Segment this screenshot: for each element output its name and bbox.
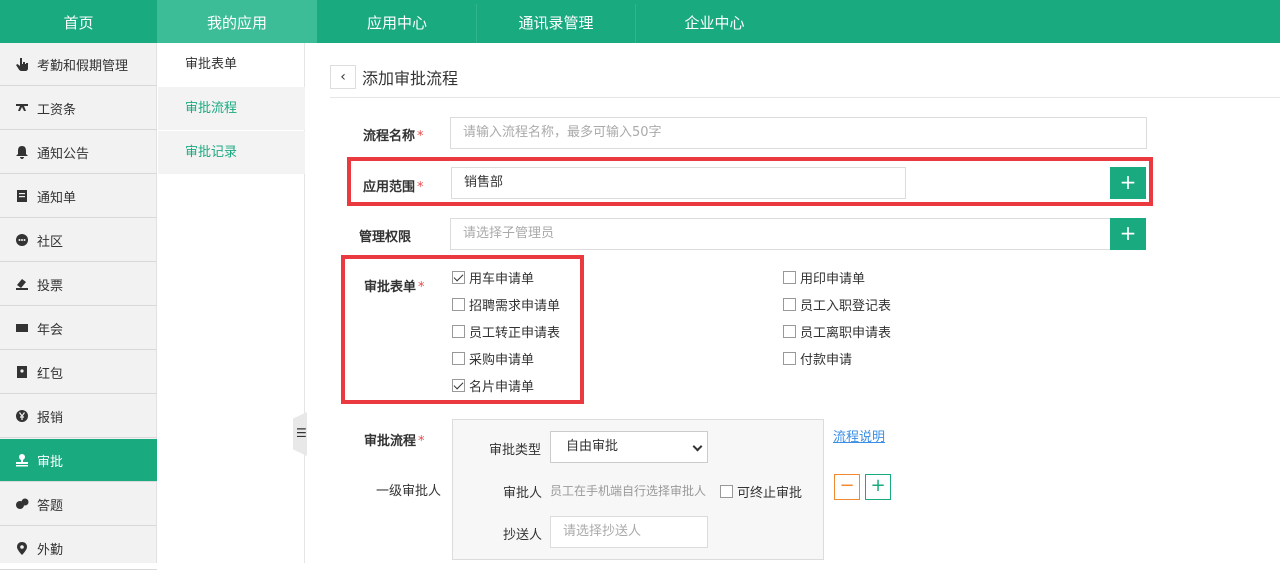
checkbox[interactable]	[783, 298, 796, 311]
sidebar-item-announcement[interactable]: 通知公告	[0, 131, 157, 174]
red-envelope-icon	[15, 365, 29, 379]
money-icon	[15, 101, 29, 115]
checkbox[interactable]	[452, 325, 465, 338]
form-checkbox-resignation[interactable]: 员工离职申请表	[783, 322, 891, 341]
approval-subnav: 审批表单 审批流程 审批记录	[158, 43, 305, 563]
quiz-icon	[15, 497, 29, 511]
approver-label: 审批人	[503, 486, 543, 501]
checkbox[interactable]	[783, 352, 796, 365]
checkbox[interactable]	[783, 325, 796, 338]
level-one-approver-label: 一级审批人	[376, 484, 442, 499]
sidebar-item-label: 社区	[37, 234, 64, 250]
chat-bubble-icon	[15, 233, 29, 247]
tab-app-center[interactable]: 应用中心	[317, 0, 477, 43]
sidebar-item-approval[interactable]: 审批	[0, 439, 157, 482]
sidebar-item-payslip[interactable]: 工资条	[0, 87, 157, 130]
yen-icon	[15, 409, 29, 423]
approval-flow-label: 审批流程 *	[364, 434, 425, 449]
form-checkbox-payment[interactable]: 付款申请	[783, 349, 852, 368]
sidebar-item-label: 年会	[37, 322, 64, 338]
sidebar-item-red-envelope[interactable]: 红包	[0, 351, 157, 394]
sidebar-item-label: 投票	[37, 278, 64, 294]
sidebar-item-label: 考勤和假期管理	[37, 58, 129, 74]
sidebar-item-label: 外勤	[37, 542, 64, 558]
add-level-button[interactable]: +	[865, 474, 891, 500]
remove-level-button[interactable]: −	[834, 474, 860, 500]
approver-hint: 员工在手机端自行选择审批人	[550, 484, 707, 498]
sub-admin-input[interactable]: 请选择子管理员	[450, 218, 1111, 250]
flow-help-link[interactable]: 流程说明	[833, 426, 885, 445]
hand-pointer-icon	[15, 57, 29, 71]
sidebar-item-vote[interactable]: 投票	[0, 263, 157, 306]
sidebar-item-annual-meeting[interactable]: 年会	[0, 307, 157, 350]
subnav-item-approval-flows[interactable]: 审批流程	[158, 87, 305, 130]
approval-forms-label: 审批表单 *	[364, 280, 425, 295]
sidebar-item-reimbursement[interactable]: 报销	[0, 395, 157, 438]
terminate-approval-checkbox[interactable]: 可终止审批	[720, 482, 802, 501]
page-header: ‹ 添加审批流程	[330, 64, 458, 90]
location-pin-icon	[15, 541, 29, 555]
sidebar-item-label: 通知公告	[37, 146, 90, 162]
scope-label: 应用范围 *	[363, 180, 424, 195]
sidebar-item-label: 通知单	[37, 190, 77, 206]
admin-permission-label: 管理权限	[359, 230, 412, 245]
collapse-lines-icon[interactable]: ☰	[296, 426, 307, 440]
screen-icon	[15, 321, 29, 335]
flow-name-label: 流程名称 *	[363, 129, 424, 144]
add-scope-button[interactable]: +	[1110, 167, 1146, 199]
sidebar-item-attendance[interactable]: 考勤和假期管理	[0, 43, 157, 86]
form-checkbox-business-card[interactable]: 名片申请单	[452, 376, 534, 395]
stamp-icon	[15, 453, 29, 467]
checkbox[interactable]	[452, 298, 465, 311]
tab-enterprise[interactable]: 企业中心	[636, 0, 793, 43]
sidebar-item-quiz[interactable]: 答题	[0, 483, 157, 526]
sidebar-item-label: 工资条	[37, 102, 77, 118]
sidebar-item-label: 答题	[37, 498, 64, 514]
tab-home[interactable]: 首页	[0, 0, 157, 43]
chevron-left-icon: ‹	[340, 69, 346, 85]
checkbox[interactable]	[783, 271, 796, 284]
form-checkbox-onboarding[interactable]: 员工入职登记表	[783, 295, 891, 314]
flow-name-input[interactable]: 请输入流程名称，最多可输入50字	[450, 117, 1147, 149]
back-button[interactable]: ‹	[330, 65, 356, 89]
checkbox[interactable]	[452, 271, 465, 284]
tab-contacts[interactable]: 通讯录管理	[477, 0, 635, 43]
sidebar-item-community[interactable]: 社区	[0, 219, 157, 262]
approval-type-select[interactable]: 自由审批	[550, 431, 708, 463]
chevron-down-icon	[692, 441, 703, 452]
sidebar-item-label: 红包	[37, 366, 64, 382]
bell-icon	[15, 145, 29, 159]
sidebar-item-notice[interactable]: 通知单	[0, 175, 157, 218]
scope-input[interactable]: 销售部	[451, 167, 906, 199]
cc-label: 抄送人	[503, 528, 543, 543]
checkbox[interactable]	[452, 379, 465, 392]
subnav-item-approval-forms[interactable]: 审批表单	[158, 43, 305, 86]
top-navigation: 首页 我的应用 应用中心 通讯录管理 企业中心	[0, 0, 1280, 43]
app-sidebar: 考勤和假期管理 工资条 通知公告 通知单 社区 投票 年会 红包 报销 审批 答…	[0, 43, 157, 570]
sidebar-item-field-work[interactable]: 外勤	[0, 527, 157, 570]
form-checkbox-recruitment[interactable]: 招聘需求申请单	[452, 295, 560, 314]
form-checkbox-car[interactable]: 用车申请单	[452, 268, 534, 287]
tab-my-apps[interactable]: 我的应用	[157, 0, 317, 43]
vote-icon	[15, 277, 29, 291]
sidebar-item-label: 审批	[37, 454, 64, 470]
header-divider	[330, 97, 1280, 98]
cc-input[interactable]: 请选择抄送人	[550, 516, 708, 548]
form-checkbox-purchase[interactable]: 采购申请单	[452, 349, 534, 368]
sidebar-item-label: 报销	[37, 410, 64, 426]
form-checkbox-regularization[interactable]: 员工转正申请表	[452, 322, 560, 341]
document-icon	[15, 189, 29, 203]
page-title: 添加审批流程	[362, 69, 459, 88]
subnav-item-approval-records[interactable]: 审批记录	[158, 131, 305, 174]
approval-type-label: 审批类型	[489, 443, 542, 458]
checkbox[interactable]	[720, 485, 733, 498]
form-checkbox-seal[interactable]: 用印申请单	[783, 268, 865, 287]
add-admin-button[interactable]: +	[1110, 218, 1146, 250]
checkbox[interactable]	[452, 352, 465, 365]
